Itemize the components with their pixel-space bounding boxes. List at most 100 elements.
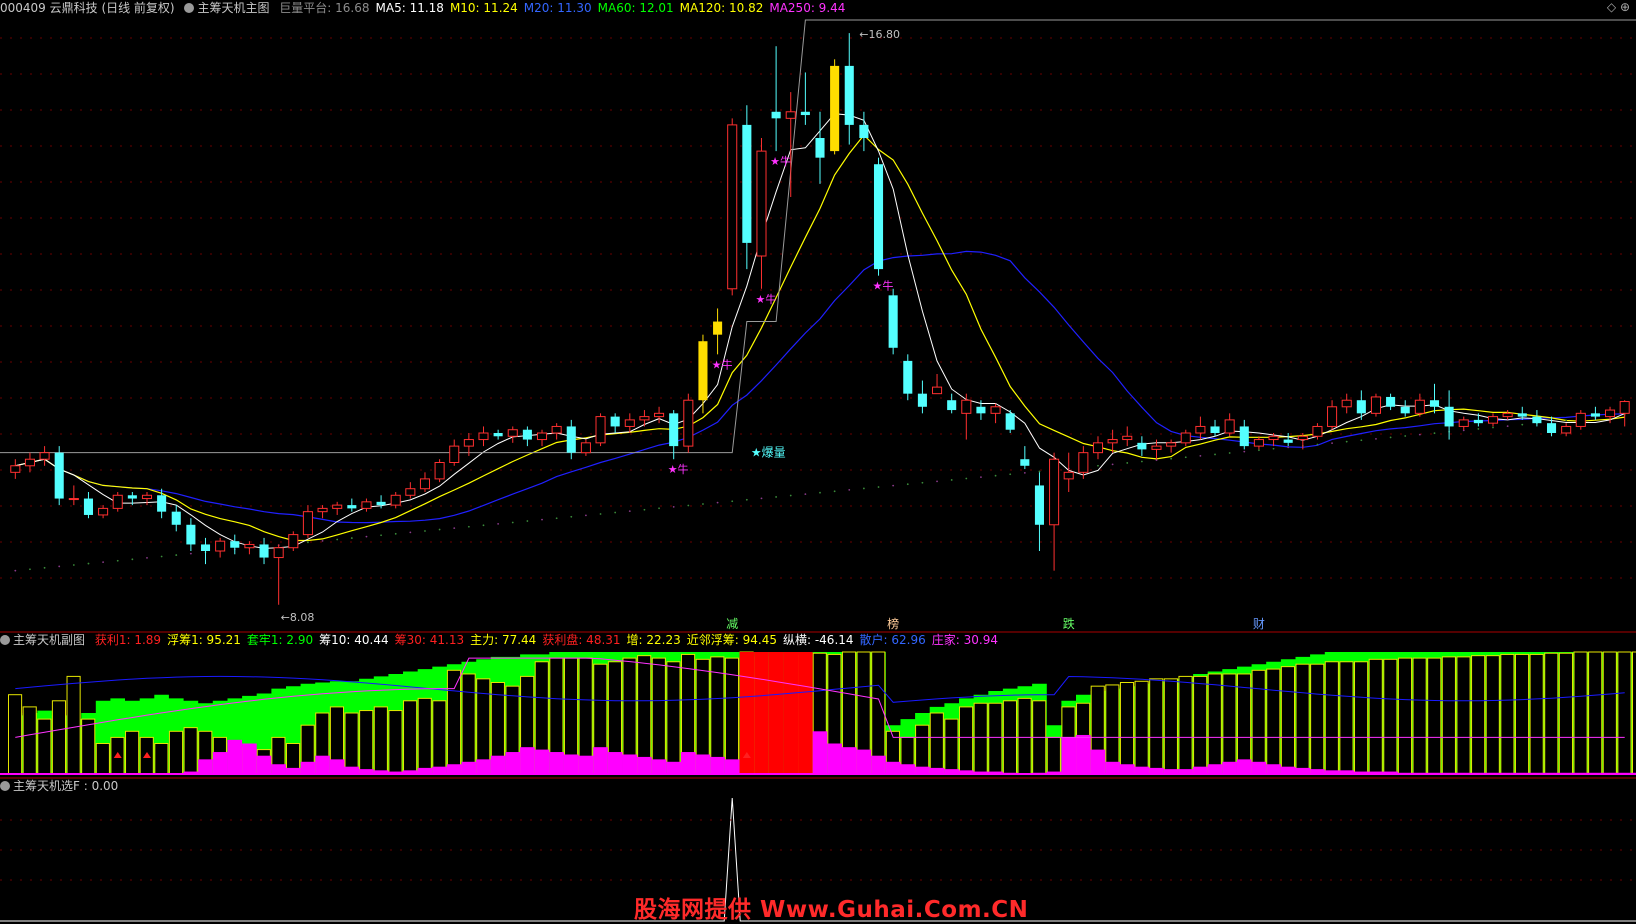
candle-body — [976, 407, 985, 414]
candle-body — [815, 138, 824, 158]
sub-volume-bar — [1428, 658, 1441, 774]
sub-profit-bar — [242, 744, 257, 775]
sub-profit-bar — [227, 740, 242, 774]
ma250-dot — [1375, 438, 1377, 440]
sub-profit-bar — [754, 652, 769, 774]
ma250-dot — [380, 534, 382, 536]
ma250-dot — [1390, 437, 1392, 439]
ma250-dot — [1360, 439, 1362, 441]
ma250-dot — [863, 488, 865, 490]
sub-profit-bar — [696, 754, 711, 774]
candle-body — [55, 453, 64, 499]
sub-profit-bar — [1091, 750, 1106, 774]
candle-body — [1313, 426, 1322, 436]
candle-body — [962, 400, 971, 413]
candle-body — [377, 502, 386, 505]
ma250-dot — [629, 510, 631, 512]
sub-volume-bar — [1515, 654, 1528, 774]
ma250-dot — [1141, 461, 1143, 463]
candle-body — [128, 495, 137, 498]
sub-profit-bar — [857, 750, 872, 774]
ma250-dot — [131, 558, 133, 560]
sub-volume-bar — [1252, 670, 1265, 774]
candle-body — [786, 112, 795, 119]
sub-volume-bar — [1018, 698, 1031, 774]
sub-volume-bar — [1194, 676, 1207, 774]
candle-body — [1167, 443, 1176, 446]
sub-volume-bar — [1311, 664, 1324, 774]
sub-volume-bar — [1633, 652, 1636, 774]
sub-volume-bar — [1208, 674, 1221, 774]
candle-body — [1093, 443, 1102, 453]
candle-body — [1328, 407, 1337, 427]
sub-volume-bar — [447, 670, 460, 774]
ma250-dot — [1477, 428, 1479, 430]
candle-body — [1108, 440, 1117, 443]
sub-profit-bar — [345, 767, 360, 774]
ma250-dot — [1243, 451, 1245, 453]
candle-body — [289, 535, 298, 548]
ma250-dot — [717, 502, 719, 504]
sub-profit-bar — [725, 759, 740, 774]
ma250-dot — [1009, 473, 1011, 475]
sub-profit-bar — [622, 754, 637, 774]
sub-volume-bar — [374, 707, 387, 774]
sub-profit-bar — [271, 764, 286, 774]
ma250-dot — [351, 537, 353, 539]
candle-body — [1035, 485, 1044, 524]
sub-profit-bar — [257, 756, 272, 774]
sub-volume-bar — [23, 707, 36, 774]
candle-body — [157, 495, 166, 511]
ma250-dot — [922, 482, 924, 484]
ma250-dot — [907, 483, 909, 485]
candle-body — [1401, 407, 1410, 414]
sub-volume-bar — [1223, 674, 1236, 774]
sub-volume-bar — [930, 713, 943, 774]
ma250-dot — [1258, 449, 1260, 451]
candle-body — [1342, 400, 1351, 407]
watermark-text: 股海网提供 Www.Guhai.Com.CN — [634, 890, 1028, 924]
candle-body — [1357, 400, 1366, 413]
candle-body — [69, 499, 78, 500]
ma250-dot — [1112, 463, 1114, 465]
ma250-dot — [790, 495, 792, 497]
candle-body — [596, 417, 605, 443]
candle-body — [245, 544, 254, 547]
candle-body — [25, 459, 34, 466]
candle-body — [450, 446, 459, 462]
sub-volume-bar — [1457, 657, 1470, 774]
sub-volume-bar — [433, 701, 446, 774]
sub-volume-bar — [96, 744, 109, 775]
sub-volume-bar — [1530, 654, 1543, 774]
candle-body — [1386, 397, 1395, 407]
candle-body — [1152, 446, 1161, 449]
sub-volume-bar — [1384, 659, 1397, 774]
sub-volume-bar — [711, 657, 724, 774]
sub-volume-bar — [1545, 653, 1558, 774]
sub-volume-bar — [1442, 657, 1455, 774]
candle-body — [567, 426, 576, 452]
ma250-dot — [1404, 435, 1406, 437]
candle-body — [1006, 413, 1015, 429]
sub-volume-bar — [82, 719, 95, 774]
candle-body — [713, 322, 722, 335]
sub-volume-bar — [1413, 658, 1426, 774]
event-marker: 财 — [1253, 617, 1265, 631]
candle-body — [889, 295, 898, 347]
sub-volume-bar — [184, 728, 197, 774]
chart-canvas[interactable]: ←16.80←8.08★爆量★牛★牛★牛★牛★牛减榜跌财 — [0, 0, 1636, 923]
bull-signal-label: ★牛 — [755, 292, 776, 306]
candle-body — [274, 548, 283, 558]
candle-body — [420, 479, 429, 489]
sub-volume-bar — [1325, 662, 1338, 774]
sub-profit-bar — [315, 756, 330, 774]
candle-body — [1225, 420, 1234, 433]
candle-body — [1181, 433, 1190, 443]
candle-body — [757, 151, 766, 256]
candle-body — [1269, 436, 1278, 439]
sub-volume-bar — [1618, 652, 1631, 774]
candle-body — [230, 541, 239, 548]
sub-profit-bar — [842, 747, 857, 774]
ma250-dot — [1170, 458, 1172, 460]
ma250-dot — [936, 480, 938, 482]
